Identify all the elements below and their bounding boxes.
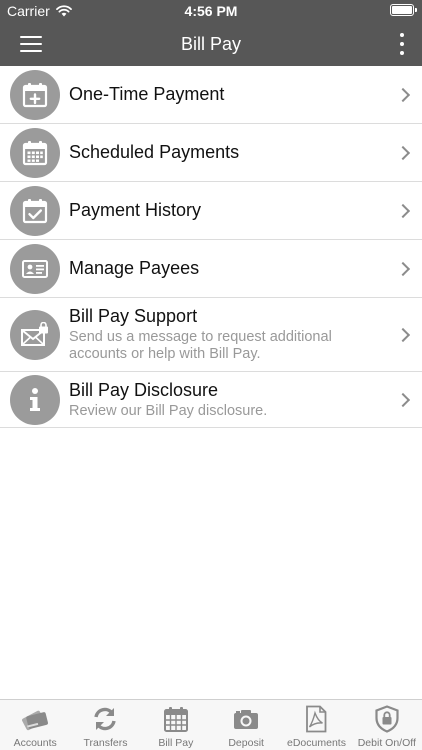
tab-bar: Accounts Transfers Bill Pay Deposit eDoc… [0,699,422,750]
cards-icon [19,705,51,733]
menu-item-text: Bill Pay Support Send us a message to re… [69,306,382,363]
menu-item-manage-payees[interactable]: Manage Payees [0,240,422,298]
bill-pay-menu-list: One-Time Payment Scheduled Payments Paym… [0,66,422,428]
menu-item-text: Scheduled Payments [69,142,382,163]
tab-transfers[interactable]: Transfers [70,700,140,750]
menu-item-text: Manage Payees [69,258,382,279]
id-card-icon [10,243,60,294]
chevron-right-icon [395,87,411,102]
menu-item-label: Bill Pay Support [69,306,198,326]
menu-item-payment-history[interactable]: Payment History [0,182,422,240]
menu-item-bill-pay-disclosure[interactable]: Bill Pay Disclosure Review our Bill Pay … [0,372,422,428]
tab-deposit[interactable]: Deposit [211,700,281,750]
chevron-right-icon [395,261,411,276]
shield-lock-icon [371,705,403,733]
menu-item-one-time-payment[interactable]: One-Time Payment [0,66,422,124]
vertical-ellipsis-icon[interactable] [398,33,406,55]
menu-item-text: Bill Pay Disclosure Review our Bill Pay … [69,380,382,420]
tab-debit-on-off[interactable]: Debit On/Off [352,700,422,750]
menu-item-subtitle: Review our Bill Pay disclosure. [69,402,268,419]
info-icon [10,374,60,425]
calendar-check-icon [10,185,60,236]
chevron-right-icon [395,327,411,342]
menu-item-label: Manage Payees [69,258,200,278]
tab-edocuments[interactable]: eDocuments [281,700,351,750]
tab-label: Transfers [83,737,128,749]
tab-bill-pay[interactable]: Bill Pay [141,700,211,750]
tab-accounts[interactable]: Accounts [0,700,70,750]
calendar-plus-icon [10,69,60,120]
battery-icon [390,4,417,16]
refresh-icon [89,705,121,733]
menu-item-label: One-Time Payment [69,84,225,104]
tab-label: Deposit [228,737,264,749]
status-bar: Carrier 4:56 PM [0,0,422,22]
menu-item-label: Bill Pay Disclosure [69,379,219,400]
camera-icon [230,705,262,733]
secure-envelope-icon [10,309,60,360]
calendar-icon [160,705,192,733]
menu-item-bill-pay-support[interactable]: Bill Pay Support Send us a message to re… [0,298,422,372]
tab-label: eDocuments [287,737,346,749]
tab-label: Debit On/Off [357,737,416,749]
calendar-grid-icon [10,127,60,178]
chevron-right-icon [395,392,411,407]
chevron-right-icon [395,145,411,160]
menu-item-scheduled-payments[interactable]: Scheduled Payments [0,124,422,182]
tab-label: Accounts [13,737,57,749]
menu-item-label: Payment History [69,200,202,220]
pdf-document-icon [300,705,332,733]
menu-item-text: One-Time Payment [69,84,382,105]
status-time: 4:56 PM [184,3,238,19]
menu-item-text: Payment History [69,200,382,221]
chevron-right-icon [395,203,411,218]
menu-item-subtitle: Send us a message to request additional … [69,329,332,362]
nav-bar: Bill Pay [0,22,422,66]
page-title: Bill Pay [180,34,242,54]
menu-item-label: Scheduled Payments [69,142,240,162]
tab-label: Bill Pay [158,737,194,749]
